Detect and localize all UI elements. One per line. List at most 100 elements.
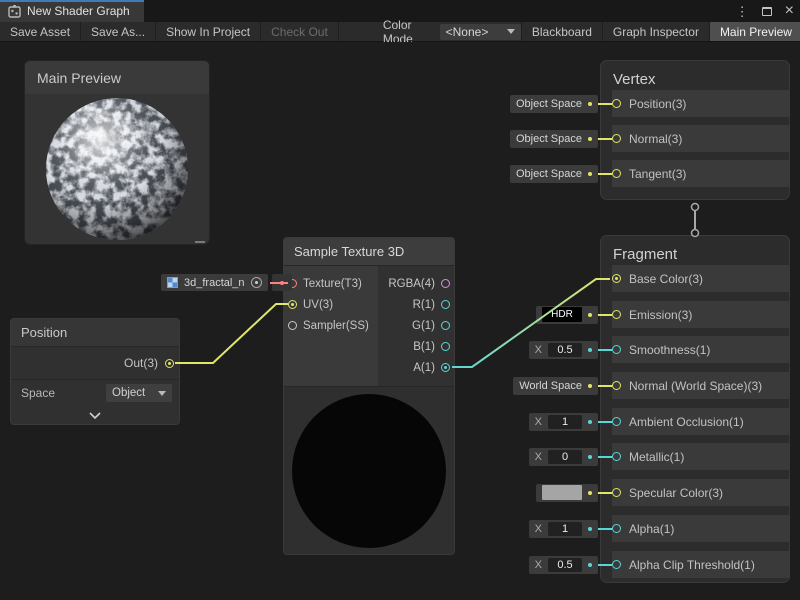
port-vertex-tangent[interactable] xyxy=(612,169,621,178)
port-alpha-clip-threshold[interactable] xyxy=(612,560,621,569)
slot-metallic: Metallic(1) xyxy=(612,443,790,470)
output-row-r: R(1) xyxy=(378,294,454,315)
x-label: X xyxy=(535,559,542,571)
port-base-color[interactable] xyxy=(612,274,621,283)
port-metallic[interactable] xyxy=(612,452,621,461)
fragment-row-normal-ws: World Space Normal (World Space)(3) xyxy=(500,372,790,399)
space-pill-normal-ws[interactable]: World Space xyxy=(513,377,598,395)
port-vertex-normal[interactable] xyxy=(612,134,621,143)
port-alpha[interactable] xyxy=(612,524,621,533)
hdr-color-swatch[interactable]: HDR xyxy=(542,307,582,322)
port-emission[interactable] xyxy=(612,310,621,319)
fragment-node-title: Fragment xyxy=(601,236,789,263)
port-sampler-input[interactable] xyxy=(288,321,297,330)
port-g-output[interactable] xyxy=(441,321,450,330)
ao-value-field[interactable]: 1 xyxy=(548,415,582,429)
output-row-g: G(1) xyxy=(378,315,454,336)
fragment-row-emission: HDR Emission(3) xyxy=(500,301,790,328)
slot-label: Alpha(1) xyxy=(629,522,674,536)
port-vertex-position[interactable] xyxy=(612,99,621,108)
port-connector-dot xyxy=(588,137,592,141)
main-preview-header[interactable]: Main Preview xyxy=(25,61,209,94)
sample-texture-node-title: Sample Texture 3D xyxy=(284,238,454,266)
vertex-row-tangent: Object Space Tangent(3) xyxy=(500,160,790,187)
port-position-out[interactable] xyxy=(165,359,174,368)
collapse-toggle-row xyxy=(11,406,179,424)
fragment-row-base-color: Base Color(3) xyxy=(500,265,790,292)
smoothness-value-field[interactable]: 0.5 xyxy=(548,343,582,357)
input-label: Sampler(SS) xyxy=(303,320,369,332)
connector-dot-box xyxy=(272,274,292,291)
slot-label: Base Color(3) xyxy=(629,272,703,286)
resize-grip[interactable] xyxy=(195,241,205,243)
output-column: RGBA(4) R(1) G(1) B(1) A(1) xyxy=(378,266,454,386)
float-input-pill[interactable]: X 1 xyxy=(529,520,598,538)
output-row-rgba: RGBA(4) xyxy=(378,273,454,294)
port-connector-dot xyxy=(588,527,592,531)
port-specular-color[interactable] xyxy=(612,488,621,497)
float-input-pill[interactable]: X 0.5 xyxy=(529,341,598,359)
expand-chevron-icon[interactable] xyxy=(89,412,101,419)
graph-inspector-toggle-button[interactable]: Graph Inspector xyxy=(602,22,709,41)
slot-label: Alpha Clip Threshold(1) xyxy=(629,558,755,572)
blackboard-toggle-button[interactable]: Blackboard xyxy=(521,22,602,41)
tab-new-shader-graph[interactable]: New Shader Graph xyxy=(0,0,144,22)
emission-color-pill[interactable]: HDR xyxy=(536,306,598,324)
main-preview-panel[interactable]: Main Preview xyxy=(24,60,210,245)
main-preview-title: Main Preview xyxy=(37,70,121,86)
slot-position: Position(3) xyxy=(612,90,790,117)
float-input-pill[interactable]: X 1 xyxy=(529,413,598,431)
port-ambient-occlusion[interactable] xyxy=(612,417,621,426)
metallic-value-field[interactable]: 0 xyxy=(548,450,582,464)
tab-title: New Shader Graph xyxy=(27,4,130,18)
texture-object-pill[interactable]: 3d_fractal_n xyxy=(161,274,268,291)
port-b-output[interactable] xyxy=(441,342,450,351)
port-connector-dot xyxy=(588,563,592,567)
port-uv-input[interactable] xyxy=(288,300,297,309)
shader-graph-icon xyxy=(8,5,21,18)
port-normal-ws[interactable] xyxy=(612,381,621,390)
window-controls: ⋮ × xyxy=(736,0,794,22)
kebab-menu-icon[interactable]: ⋮ xyxy=(736,5,749,18)
specular-color-pill[interactable] xyxy=(536,484,598,502)
space-pill-tangent[interactable]: Object Space xyxy=(510,165,598,183)
object-picker-icon[interactable] xyxy=(251,277,262,288)
space-pill-position[interactable]: Object Space xyxy=(510,95,598,113)
check-out-button: Check Out xyxy=(261,22,339,41)
float-input-pill[interactable]: X 0 xyxy=(529,448,598,466)
save-as-button[interactable]: Save As... xyxy=(81,22,156,41)
alpha-clip-value-field[interactable]: 0.5 xyxy=(548,558,582,572)
float-input-pill[interactable]: X 0.5 xyxy=(529,556,598,574)
port-connector-dot xyxy=(588,313,592,317)
color-swatch[interactable] xyxy=(542,485,582,500)
texture-thumbnail-icon xyxy=(167,277,178,288)
space-dropdown[interactable]: Object xyxy=(106,384,172,402)
alpha-value-field[interactable]: 1 xyxy=(548,522,582,536)
slot-smoothness: Smoothness(1) xyxy=(612,336,790,363)
port-rgba-output[interactable] xyxy=(441,279,450,288)
color-mode-group: Color Mode <None> xyxy=(375,22,521,41)
save-asset-button[interactable]: Save Asset xyxy=(0,22,81,41)
port-smoothness[interactable] xyxy=(612,345,621,354)
node-sample-texture-3d[interactable]: Sample Texture 3D Texture(T3) UV(3) Samp… xyxy=(283,237,455,555)
chevron-down-icon xyxy=(158,391,166,396)
space-pill-label: Object Space xyxy=(516,98,582,110)
show-in-project-button[interactable]: Show In Project xyxy=(156,22,261,41)
input-label: UV(3) xyxy=(303,299,333,311)
x-label: X xyxy=(535,344,542,356)
close-icon[interactable]: × xyxy=(785,3,794,19)
color-mode-dropdown[interactable]: <None> xyxy=(440,24,521,40)
color-mode-value: <None> xyxy=(446,25,489,39)
port-a-output[interactable] xyxy=(441,363,450,372)
preview-sphere xyxy=(44,96,190,242)
port-r-output[interactable] xyxy=(441,300,450,309)
main-preview-toggle-button[interactable]: Main Preview xyxy=(709,22,800,41)
x-label: X xyxy=(535,416,542,428)
node-position[interactable]: Position Out(3) Space Object xyxy=(10,318,180,425)
space-pill-normal[interactable]: Object Space xyxy=(510,130,598,148)
slot-tangent: Tangent(3) xyxy=(612,160,790,187)
maximize-icon[interactable] xyxy=(762,7,772,16)
input-row-uv: UV(3) xyxy=(284,294,378,315)
space-pill-label: Object Space xyxy=(516,133,582,145)
space-dropdown-value: Object xyxy=(112,387,145,399)
